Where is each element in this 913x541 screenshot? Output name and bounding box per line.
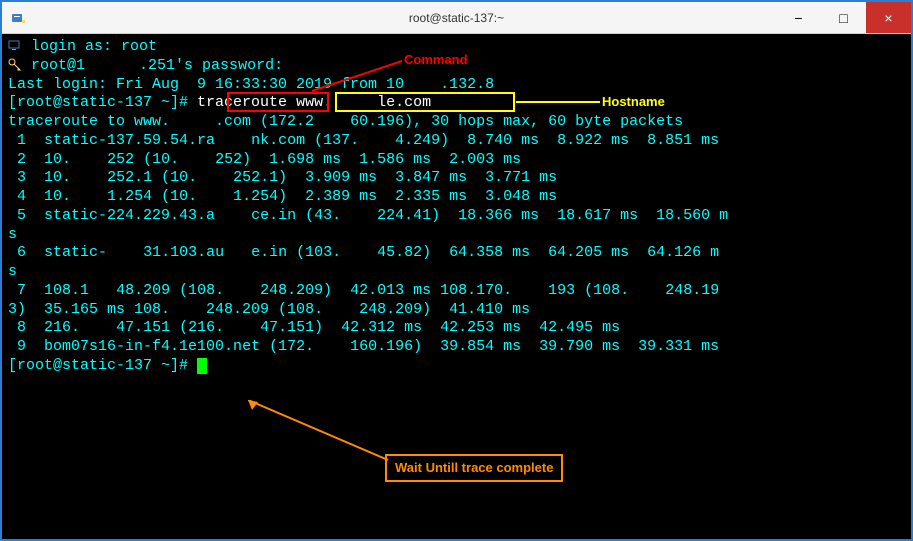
key-icon — [8, 58, 22, 72]
terminal-line: 1 static-137.59.54.ra nk.com (137. 4.249… — [8, 132, 905, 151]
terminal-line: s — [8, 263, 905, 282]
terminal-line: 3 10. 252.1 (10. 252.1) 3.909 ms 3.847 m… — [8, 169, 905, 188]
titlebar: root@static-137:~ − □ × — [2, 2, 911, 34]
wait-arrow — [248, 400, 408, 470]
terminal-body[interactable]: login as: root root@1 .251's password: L… — [2, 34, 911, 539]
terminal-line: 8 216. 47.151 (216. 47.151) 42.312 ms 42… — [8, 319, 905, 338]
hostname-text: www. le.com — [296, 94, 431, 111]
window-title: root@static-137:~ — [2, 11, 911, 25]
maximize-button[interactable]: □ — [821, 2, 866, 33]
terminal-line: login as: root — [8, 38, 905, 57]
window-controls: − □ × — [776, 2, 911, 33]
close-button[interactable]: × — [866, 2, 911, 33]
terminal-prompt: [root@static-137 ~]# — [8, 357, 905, 376]
terminal-line: 6 static- 31.103.au e.in (103. 45.82) 64… — [8, 244, 905, 263]
terminal-line: 7 108.1 48.209 (108. 248.209) 42.013 ms … — [8, 282, 905, 301]
terminal-line: root@1 .251's password: — [8, 57, 905, 76]
minimize-button[interactable]: − — [776, 2, 821, 33]
terminal-line: 4 10. 1.254 (10. 1.254) 2.389 ms 2.335 m… — [8, 188, 905, 207]
terminal-line: [root@static-137 ~]# traceroute www. le.… — [8, 94, 905, 113]
terminal-line: 9 bom07s16-in-f4.1e100.net (172. 160.196… — [8, 338, 905, 357]
terminal-line: 2 10. 252 (10. 252) 1.698 ms 1.586 ms 2.… — [8, 151, 905, 170]
terminal-line: traceroute to www. .com (172.2 60.196), … — [8, 113, 905, 132]
terminal-line: Last login: Fri Aug 9 16:33:30 2019 from… — [8, 76, 905, 95]
wait-label: Wait Untill trace complete — [385, 454, 563, 482]
terminal-window: root@static-137:~ − □ × login as: root r… — [0, 0, 913, 541]
cursor — [197, 358, 207, 374]
terminal-line: 3) 35.165 ms 108. 248.209 (108. 248.209)… — [8, 301, 905, 320]
putty-icon — [10, 10, 26, 26]
terminal-line: 5 static-224.229.43.a ce.in (43. 224.41)… — [8, 207, 905, 226]
monitor-icon — [8, 39, 22, 53]
command-text: traceroute — [197, 94, 287, 111]
terminal-line: s — [8, 226, 905, 245]
